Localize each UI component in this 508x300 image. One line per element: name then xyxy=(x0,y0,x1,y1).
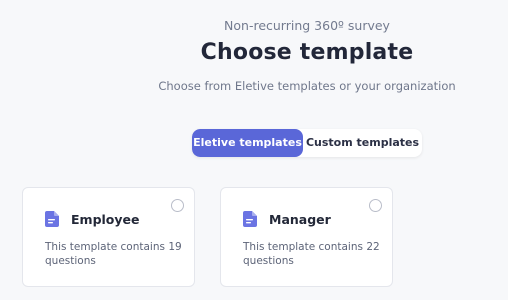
template-card-employee[interactable]: Employee This template contains 19 quest… xyxy=(22,187,195,287)
document-icon xyxy=(243,211,257,227)
template-description: This template contains 22 questions xyxy=(243,241,380,267)
page-title: Choose template xyxy=(200,40,414,65)
tab-eletive-templates[interactable]: Eletive templates xyxy=(192,129,303,157)
template-card-manager[interactable]: Manager This template contains 22 questi… xyxy=(220,187,393,287)
page-subtitle: Choose from Eletive templates or your or… xyxy=(158,79,456,93)
template-title: Manager xyxy=(269,212,331,227)
template-radio[interactable] xyxy=(171,199,184,212)
tab-custom-templates[interactable]: Custom templates xyxy=(303,129,422,157)
template-title: Employee xyxy=(71,212,140,227)
document-icon xyxy=(45,211,59,227)
template-radio[interactable] xyxy=(369,199,382,212)
template-description: This template contains 19 questions xyxy=(45,241,182,267)
template-source-toggle: Eletive templates Custom templates xyxy=(192,129,422,157)
survey-type-label: Non-recurring 360º survey xyxy=(224,18,390,33)
